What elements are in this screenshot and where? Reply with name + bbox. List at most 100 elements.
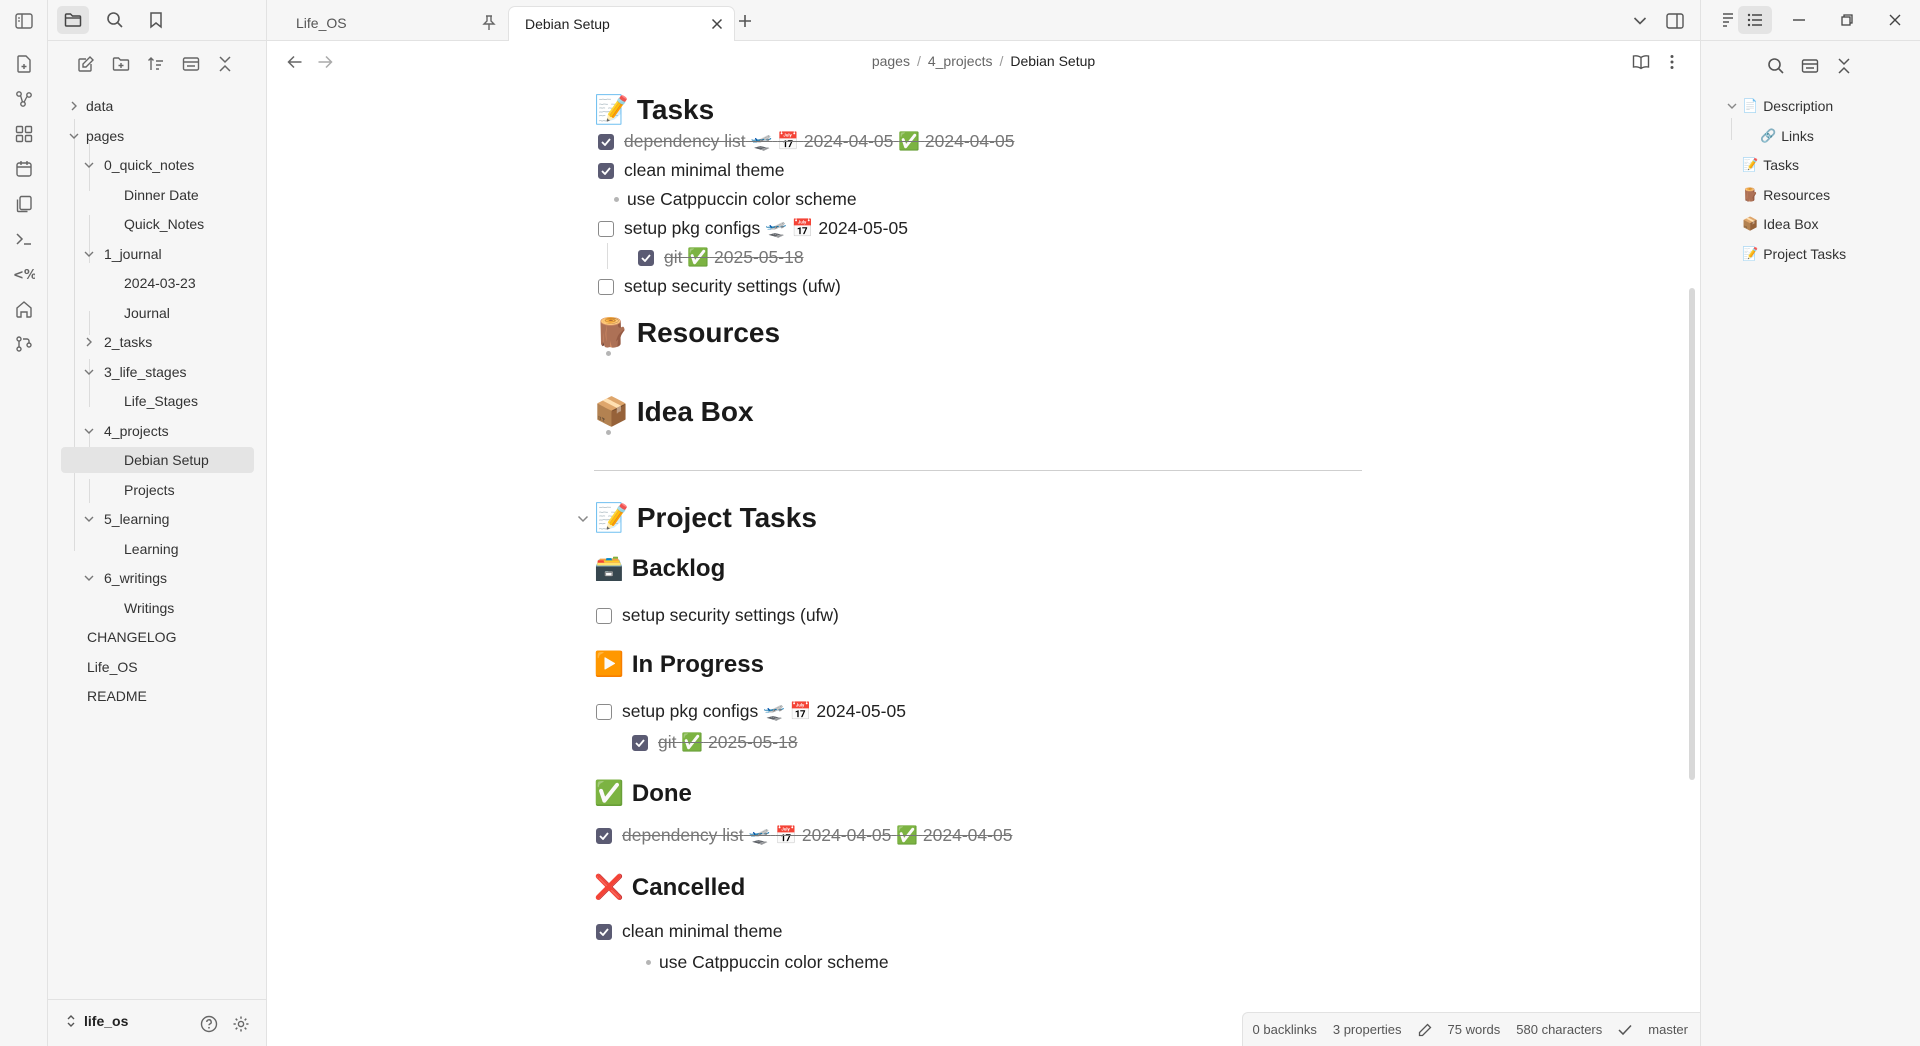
- git-branch[interactable]: master: [1648, 1022, 1688, 1037]
- auto-reveal-icon[interactable]: [177, 50, 205, 78]
- search-tab-icon[interactable]: [99, 6, 131, 34]
- templates-icon[interactable]: [10, 190, 38, 218]
- task-item: git ✅ 2025-05-18: [638, 247, 804, 268]
- tree-file[interactable]: Journal: [48, 300, 267, 326]
- backlinks-count[interactable]: 0 backlinks: [1253, 1022, 1317, 1037]
- outline-item[interactable]: 📝 Project Tasks: [1742, 242, 1846, 266]
- graph-view-icon[interactable]: [10, 85, 38, 113]
- sync-check-icon[interactable]: [1618, 1024, 1632, 1036]
- tree-file[interactable]: README: [48, 683, 267, 709]
- pin-icon[interactable]: [481, 15, 497, 31]
- tree-file[interactable]: Writings: [48, 595, 267, 621]
- reading-view-book-icon[interactable]: [1629, 50, 1653, 74]
- tree-file[interactable]: 2024-03-23: [48, 270, 267, 296]
- outline-item[interactable]: 📄 Description: [1742, 94, 1833, 118]
- task-checkbox[interactable]: [598, 162, 614, 179]
- tree-file[interactable]: Quick_Notes: [48, 211, 267, 237]
- chevron-down-icon[interactable]: [82, 424, 96, 438]
- scrollbar[interactable]: [1689, 288, 1695, 780]
- chevron-down-icon[interactable]: [82, 571, 96, 585]
- tree-folder[interactable]: 4_projects: [48, 418, 267, 444]
- edit-pencil-icon[interactable]: [1418, 1023, 1432, 1037]
- task-checkbox[interactable]: [596, 607, 612, 624]
- tree-folder[interactable]: pages: [48, 123, 267, 149]
- toggle-right-sidebar-icon[interactable]: [1662, 8, 1688, 34]
- settings-gear-icon[interactable]: [229, 1012, 253, 1036]
- task-checkbox[interactable]: [598, 278, 614, 295]
- fold-chevron-down-icon[interactable]: [576, 512, 590, 526]
- heading-text: In Progress: [631, 650, 764, 678]
- tree-folder[interactable]: 3_life_stages: [48, 359, 267, 385]
- task-checkbox[interactable]: [632, 734, 648, 751]
- outline-chevron-down-icon[interactable]: [1725, 99, 1739, 113]
- tree-file[interactable]: Dinner Date: [48, 182, 267, 208]
- close-tab-icon[interactable]: [709, 16, 725, 32]
- breadcrumb-item[interactable]: 4_projects: [928, 53, 993, 69]
- heading-text: Project Tasks: [636, 501, 817, 533]
- tree-file[interactable]: CHANGELOG: [48, 624, 267, 650]
- tree-file[interactable]: Life_OS: [48, 654, 267, 680]
- tree-folder[interactable]: 1_journal: [48, 241, 267, 267]
- task-checkbox[interactable]: [598, 133, 614, 150]
- canvas-icon[interactable]: [10, 120, 38, 148]
- tree-folder[interactable]: data: [48, 93, 267, 119]
- task-checkbox[interactable]: [596, 923, 612, 940]
- tree-file[interactable]: Life_Stages: [48, 388, 267, 414]
- task-checkbox[interactable]: [598, 220, 614, 237]
- outline-item-label: Resources: [1763, 187, 1831, 203]
- tree-folder[interactable]: 6_writings: [48, 565, 267, 591]
- minimize-window-icon[interactable]: [1781, 6, 1817, 34]
- chevron-right-icon[interactable]: [67, 99, 81, 113]
- tab-debian-setup[interactable]: Debian Setup: [508, 6, 735, 41]
- task-checkbox[interactable]: [638, 249, 654, 266]
- collapse-all-icon[interactable]: [211, 50, 239, 78]
- heading-idea-box: 📦 Idea Box: [594, 395, 754, 428]
- tree-file[interactable]: Debian Setup: [48, 447, 267, 473]
- tree-file[interactable]: Learning: [48, 536, 267, 562]
- outline-item[interactable]: 🪵 Resources: [1742, 183, 1830, 207]
- tree-folder[interactable]: 0_quick_notes: [48, 152, 267, 178]
- tree-folder[interactable]: 5_learning: [48, 506, 267, 532]
- outline-tab-icon[interactable]: [1738, 6, 1772, 34]
- breadcrumb-current[interactable]: Debian Setup: [1010, 53, 1095, 69]
- daily-note-icon[interactable]: [10, 155, 38, 183]
- homepage-icon[interactable]: [10, 295, 38, 323]
- chevron-down-icon[interactable]: [82, 158, 96, 172]
- new-note-icon[interactable]: [72, 50, 100, 78]
- templater-icon[interactable]: <%: [10, 260, 38, 288]
- outline-view-toggle-icon[interactable]: [1796, 52, 1824, 80]
- vault-switcher[interactable]: life_os: [66, 1013, 128, 1029]
- toggle-left-sidebar-icon[interactable]: [10, 9, 38, 33]
- outline-collapse-all-icon[interactable]: [1830, 52, 1858, 80]
- outline-item[interactable]: 📦 Idea Box: [1742, 212, 1818, 236]
- tab-life-os[interactable]: Life_OS: [280, 6, 508, 41]
- new-note-icon[interactable]: [10, 50, 38, 78]
- task-checkbox[interactable]: [596, 703, 612, 720]
- git-icon[interactable]: [10, 330, 38, 358]
- new-tab-plus-icon[interactable]: [732, 8, 758, 34]
- new-folder-icon[interactable]: [107, 50, 135, 78]
- bookmarks-tab-icon[interactable]: [140, 6, 172, 34]
- sort-order-icon[interactable]: [142, 50, 170, 78]
- task-checkbox[interactable]: [596, 827, 612, 844]
- chevron-right-icon[interactable]: [82, 335, 96, 349]
- tree-file[interactable]: Projects: [48, 477, 267, 503]
- restore-window-icon[interactable]: [1829, 6, 1865, 34]
- tab-list-chevron-down-icon[interactable]: [1627, 8, 1653, 34]
- properties-count[interactable]: 3 properties: [1333, 1022, 1402, 1037]
- outline-item[interactable]: 📝 Tasks: [1742, 153, 1799, 177]
- outline-item[interactable]: 🔗 Links: [1760, 124, 1814, 148]
- outline-search-icon[interactable]: [1762, 52, 1790, 80]
- chevron-down-icon[interactable]: [82, 512, 96, 526]
- task-text-part: 📅: [777, 131, 799, 151]
- chevron-down-icon[interactable]: [82, 365, 96, 379]
- help-icon[interactable]: [197, 1012, 221, 1036]
- more-options-icon[interactable]: [1660, 50, 1684, 74]
- files-tab-icon[interactable]: [57, 6, 89, 34]
- chevron-down-icon[interactable]: [67, 129, 81, 143]
- terminal-icon[interactable]: [10, 225, 38, 253]
- chevron-down-icon[interactable]: [82, 247, 96, 261]
- tree-folder[interactable]: 2_tasks: [48, 329, 267, 355]
- close-window-icon[interactable]: [1877, 6, 1913, 34]
- breadcrumb-item[interactable]: pages: [872, 53, 910, 69]
